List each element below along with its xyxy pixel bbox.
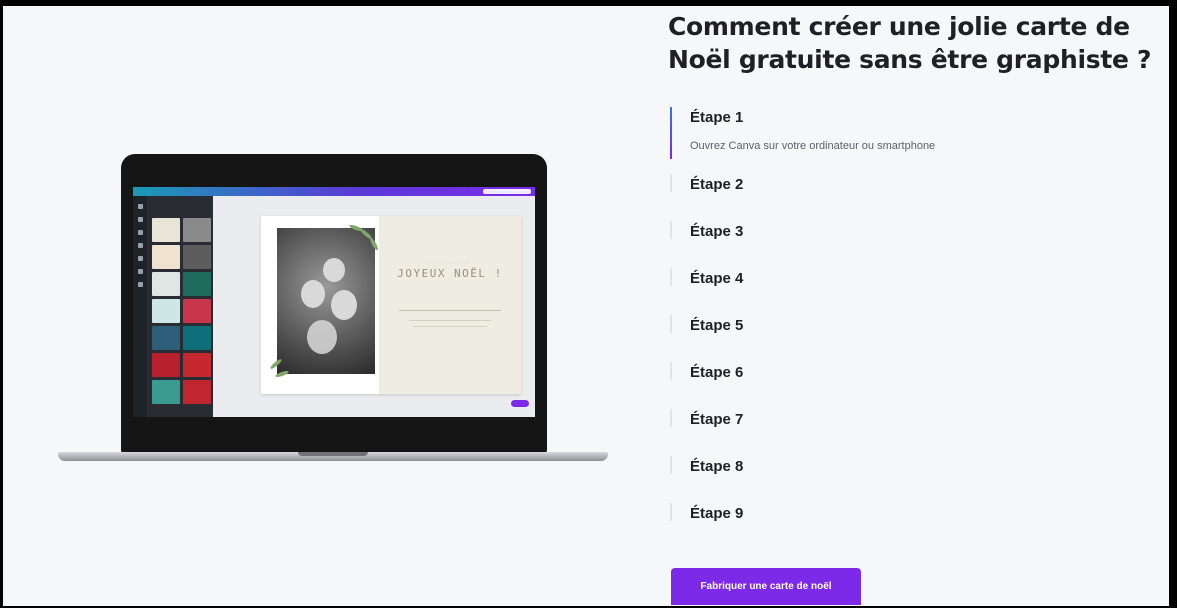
step-title: Étape 6 [690,364,744,381]
editor-share-button [483,189,531,194]
page-frame: · · · · · · · · · · · · JOYEUX NOËL ! Co… [3,6,1169,606]
step-progress-bar [670,221,672,239]
step-title: Étape 3 [690,223,744,240]
laptop-notch [298,452,368,456]
laptop-illustration: · · · · · · · · · · · · JOYEUX NOËL ! [58,154,608,474]
editor-template-panel [147,196,213,417]
card-subtitle-line: · · · · · · · · · · · · [430,260,470,265]
step-title: Étape 7 [690,411,744,428]
step-progress-bar [670,268,672,286]
page-title: Comment créer une jolie carte de Noël gr… [668,12,1152,74]
card-text-side: · · · · · · · · · · · · JOYEUX NOËL ! [379,216,521,394]
step-progress-bar [670,409,672,427]
step-title: Étape 5 [690,317,744,334]
step-1[interactable]: Étape 1 Ouvrez Canva sur votre ordinateu… [670,104,1150,171]
step-5[interactable]: Étape 5 [670,312,1150,359]
card-title: JOYEUX NOËL ! [397,267,503,280]
editor-canvas: · · · · · · · · · · · · JOYEUX NOËL ! [213,196,535,417]
step-7[interactable]: Étape 7 [670,406,1150,453]
step-progress-bar [670,315,672,333]
steps-list: Étape 1 Ouvrez Canva sur votre ordinateu… [670,104,1150,547]
step-title: Étape 8 [690,458,744,475]
step-title: Étape 1 [690,109,744,126]
editor-zoom-button [511,400,529,407]
make-christmas-card-button[interactable]: Fabriquer une carte de noël [671,568,861,605]
step-progress-bar [670,174,672,192]
step-progress-bar [670,503,672,521]
laptop-screen: · · · · · · · · · · · · JOYEUX NOËL ! [133,187,535,417]
editor-icon-bar [133,196,147,417]
card-text-line [409,320,491,321]
family-photo [277,228,375,374]
card-photo-side [269,222,381,388]
step-title: Étape 2 [690,176,744,193]
card-divider [399,310,501,311]
step-progress-bar [670,362,672,380]
christmas-card-design: · · · · · · · · · · · · JOYEUX NOËL ! [261,216,521,394]
step-4[interactable]: Étape 4 [670,265,1150,312]
step-3[interactable]: Étape 3 [670,218,1150,265]
step-title: Étape 9 [690,505,744,522]
step-title: Étape 4 [690,270,744,287]
step-description: Ouvrez Canva sur votre ordinateur ou sma… [690,140,936,152]
step-9[interactable]: Étape 9 [670,500,1150,547]
laptop-lid: · · · · · · · · · · · · JOYEUX NOËL ! [121,154,547,454]
step-6[interactable]: Étape 6 [670,359,1150,406]
card-text-line [413,326,487,327]
editor-topbar [133,187,535,196]
step-2[interactable]: Étape 2 [670,171,1150,218]
step-progress-bar [670,107,672,159]
step-8[interactable]: Étape 8 [670,453,1150,500]
step-progress-bar [670,456,672,474]
